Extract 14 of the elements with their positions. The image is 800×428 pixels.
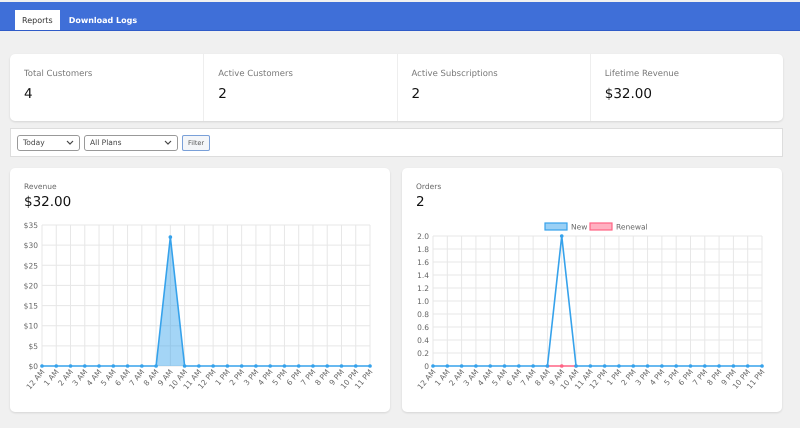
stat-value: 2	[218, 86, 228, 102]
chart-total: $32.00	[24, 194, 72, 210]
chevron-icon	[66, 140, 74, 145]
stat-value: 2	[412, 86, 422, 102]
stat-label: Active Subscriptions	[412, 69, 499, 79]
stat-label: Active Customers	[218, 69, 294, 79]
stat-value: $32.00	[604, 86, 653, 102]
chevron-icon	[164, 140, 172, 145]
stat-label: Lifetime Revenue	[604, 69, 680, 79]
tab[interactable]: Download Logs	[62, 10, 144, 30]
stat-value: 4	[24, 86, 34, 102]
chart-total: 2	[416, 194, 425, 210]
stat-label: Total Customers	[24, 69, 94, 79]
tab[interactable]: Reports	[15, 10, 60, 30]
